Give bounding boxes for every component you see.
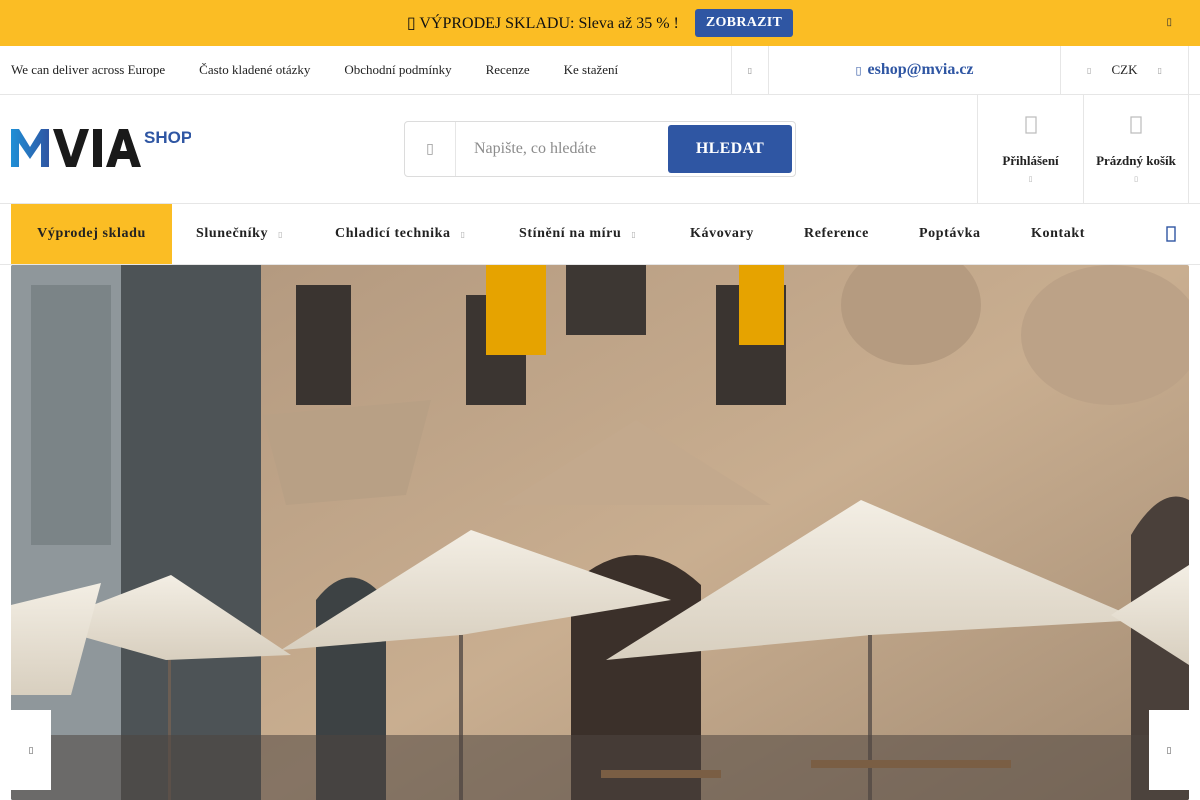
search-button[interactable]: HLEDAT	[668, 125, 792, 173]
top-link-faq[interactable]: Často kladené otázky	[199, 62, 310, 78]
login-label: Přihlášení	[1002, 153, 1059, 168]
email-link[interactable]: ▯ eshop@mvia.cz	[769, 46, 1061, 94]
search-box: ▯ HLEDAT	[404, 121, 796, 177]
nav-item-label: Reference	[804, 226, 869, 241]
promo-bar: ▯ VÝPRODEJ SKLADU: Sleva až 35 % ! ZOBRA…	[0, 0, 1200, 46]
hero-banner[interactable]	[11, 265, 1189, 800]
nav-item-label: Slunečníky	[196, 226, 269, 241]
chevron-down-icon: ▯	[1028, 175, 1033, 183]
cart-icon	[1130, 116, 1142, 134]
arrow-right-icon[interactable]: ▯	[1149, 710, 1189, 790]
nav-item-cooling[interactable]: Chladicí technika ▯	[335, 204, 466, 264]
site-header: SHOP ▯ HLEDAT Přihlášení ▯ Prázdný košík…	[0, 95, 1200, 204]
top-link-downloads[interactable]: Ke stažení	[564, 62, 619, 78]
top-link-reviews[interactable]: Recenze	[486, 62, 530, 78]
nav-item-label: Kontakt	[1031, 226, 1085, 241]
login-button[interactable]: Přihlášení ▯	[977, 95, 1083, 203]
currency-value: CZK	[1111, 62, 1138, 77]
user-icon	[1024, 116, 1037, 134]
promo-text: ▯ VÝPRODEJ SKLADU: Sleva až 35 % !	[406, 15, 679, 32]
main-navigation: Výprodej skladu Slunečníky ▯ Chladicí te…	[0, 204, 1200, 265]
search-icon[interactable]	[1166, 226, 1176, 242]
nav-item-label: Výprodej skladu	[37, 226, 146, 241]
top-links: We can deliver across Europe Často klade…	[11, 46, 652, 94]
search-input[interactable]	[457, 123, 667, 175]
chevron-down-icon: ▯	[1157, 65, 1162, 75]
currency-selector[interactable]: ▯ CZK ▯	[1061, 46, 1189, 94]
nav-item-references[interactable]: Reference	[804, 204, 869, 264]
chevron-down-icon: ▯	[278, 230, 284, 239]
search-category-icon[interactable]: ▯	[405, 122, 456, 176]
cart-label: Prázdný košík	[1096, 153, 1176, 168]
close-icon[interactable]: ▯	[1166, 17, 1172, 28]
nav-item-coffee[interactable]: Kávovary	[690, 204, 754, 264]
chevron-down-icon[interactable]: ▯	[731, 46, 769, 94]
top-link-delivery[interactable]: We can deliver across Europe	[11, 62, 165, 78]
cart-button[interactable]: Prázdný košík ▯	[1083, 95, 1189, 203]
logo-graphic: SHOP	[11, 128, 192, 167]
nav-item-parasols[interactable]: Slunečníky ▯	[196, 204, 283, 264]
nav-item-label: Poptávka	[919, 226, 981, 241]
email-text: eshop@mvia.cz	[867, 61, 974, 78]
nav-item-inquiry[interactable]: Poptávka	[919, 204, 981, 264]
chevron-down-icon: ▯	[631, 230, 637, 239]
mail-icon: ▯	[855, 64, 862, 77]
top-links-bar: We can deliver across Europe Často klade…	[0, 46, 1200, 95]
currency-icon: ▯	[1087, 65, 1092, 75]
nav-item-shading[interactable]: Stínění na míru ▯	[519, 204, 636, 264]
nav-item-sale[interactable]: Výprodej skladu	[11, 204, 172, 264]
hero-image	[11, 265, 1189, 800]
top-link-terms[interactable]: Obchodní podmínky	[344, 62, 451, 78]
chevron-down-icon: ▯	[460, 230, 466, 239]
nav-item-label: Kávovary	[690, 226, 754, 241]
logo-sub: SHOP	[144, 128, 191, 147]
logo[interactable]: SHOP	[11, 125, 192, 169]
nav-item-contact[interactable]: Kontakt	[1031, 204, 1085, 264]
chevron-down-icon: ▯	[1134, 175, 1138, 183]
promo-show-button[interactable]: ZOBRAZIT	[694, 9, 794, 37]
nav-item-label: Chladicí technika	[335, 226, 451, 241]
arrow-left-icon[interactable]: ▯	[11, 710, 51, 790]
nav-item-label: Stínění na míru	[519, 226, 622, 241]
